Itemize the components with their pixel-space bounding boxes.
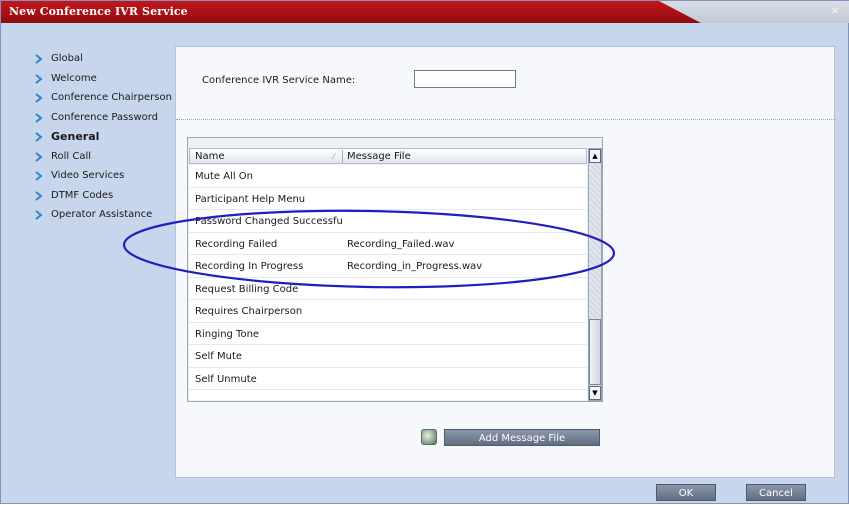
table-row[interactable]: Recording In Progress Recording_in_Progr… <box>189 255 587 278</box>
scroll-thumb[interactable] <box>589 319 601 385</box>
window-title: New Conference IVR Service <box>9 5 188 18</box>
sidebar-item-video-services[interactable]: Video Services <box>35 166 175 186</box>
row-name: Password Changed Successfu <box>195 216 343 227</box>
sidebar-item-label: Conference Password <box>51 111 159 123</box>
sidebar-item-label: Video Services <box>51 170 125 181</box>
sidebar-item-dtmf-codes[interactable]: DTMF Codes <box>35 186 175 206</box>
service-name-label: Conference IVR Service Name: <box>202 75 356 86</box>
chevron-right-icon <box>35 151 43 162</box>
add-message-file-button[interactable]: Add Message File <box>444 429 600 446</box>
service-name-input[interactable] <box>414 70 516 88</box>
sidebar-item-label: DTMF Codes <box>51 189 114 201</box>
scroll-down-icon[interactable]: ▼ <box>589 386 601 400</box>
cancel-button[interactable]: Cancel <box>746 484 806 501</box>
sidebar-item-roll-call[interactable]: Roll Call <box>35 147 175 167</box>
table-row[interactable]: Password Changed Successfu <box>189 210 587 233</box>
table-row[interactable]: Request Billing Code <box>189 278 587 300</box>
chevron-right-icon <box>35 171 43 181</box>
row-name: Self Unmute <box>195 373 257 385</box>
table-row[interactable]: Mute All On <box>189 165 587 188</box>
sidebar-item-label: Operator Assistance <box>51 209 153 220</box>
row-name: Recording Failed <box>195 238 278 250</box>
table-row[interactable]: Participant Help Menu <box>189 188 587 210</box>
vertical-scrollbar[interactable]: ▲ ▼ <box>588 148 602 401</box>
column-header-name[interactable]: Name <box>195 151 225 162</box>
column-separator[interactable] <box>342 150 343 163</box>
dialog-window: New Conference IVR Service × Global Welc… <box>0 0 849 504</box>
chevron-right-icon <box>35 190 43 201</box>
sidebar-item-global[interactable]: Global <box>35 49 175 69</box>
sidebar-item-label: Roll Call <box>51 150 92 162</box>
table-row[interactable]: Recording Failed Recording_Failed.wav <box>189 233 587 255</box>
chevron-right-icon <box>35 93 43 103</box>
row-name: Self Mute <box>195 351 243 362</box>
sidebar-item-welcome[interactable]: Welcome <box>35 69 175 89</box>
divider <box>176 119 836 120</box>
scroll-up-icon[interactable]: ▲ <box>589 149 601 163</box>
row-name: Mute All On <box>195 171 254 182</box>
table-row[interactable]: Requires Chairperson <box>189 300 587 323</box>
close-icon[interactable]: × <box>828 4 842 18</box>
sidebar-item-label: General <box>51 130 100 143</box>
chevron-right-icon <box>35 73 43 84</box>
sidebar-item-general[interactable]: General <box>35 127 175 147</box>
sidebar-item-label: Conference Chairperson <box>51 92 172 103</box>
table-body: Mute All On Participant Help Menu Passwo… <box>189 165 587 400</box>
table-row[interactable]: Self Mute <box>189 345 587 368</box>
sidebar-item-conference-password[interactable]: Conference Password <box>35 108 175 128</box>
speaker-icon[interactable] <box>421 429 437 445</box>
title-bar: New Conference IVR Service × <box>1 1 849 23</box>
row-file: Recording_Failed.wav <box>347 238 455 250</box>
row-name: Request Billing Code <box>195 283 299 295</box>
sidebar-item-operator-assistance[interactable]: Operator Assistance <box>35 205 175 225</box>
sort-icon: ⁄ <box>333 152 335 161</box>
sidebar-nav: Global Welcome Conference Chairperson Co… <box>35 49 175 225</box>
chevron-right-icon <box>35 54 43 64</box>
table-row[interactable]: Self Unmute <box>189 368 587 390</box>
chevron-right-icon <box>35 132 43 142</box>
row-file: Recording_in_Progress.wav <box>347 261 483 272</box>
chevron-right-icon <box>35 210 43 220</box>
main-panel: Conference IVR Service Name: Name ⁄ Mess… <box>175 46 836 478</box>
row-name: Recording In Progress <box>195 261 304 272</box>
sidebar-item-conference-chairperson[interactable]: Conference Chairperson <box>35 88 175 108</box>
ok-button[interactable]: OK <box>656 484 716 501</box>
chevron-right-icon <box>35 112 43 123</box>
row-name: Participant Help Menu <box>195 193 306 205</box>
row-name: Ringing Tone <box>195 328 260 340</box>
sidebar-item-label: Global <box>51 53 83 64</box>
column-header-message-file[interactable]: Message File <box>347 151 411 162</box>
row-name: Requires Chairperson <box>195 306 303 317</box>
table-header: Name ⁄ Message File <box>189 148 587 164</box>
sidebar-item-label: Welcome <box>51 72 97 84</box>
message-table: Name ⁄ Message File Mute All On Particip… <box>187 137 603 402</box>
table-row[interactable]: Ringing Tone <box>189 323 587 345</box>
